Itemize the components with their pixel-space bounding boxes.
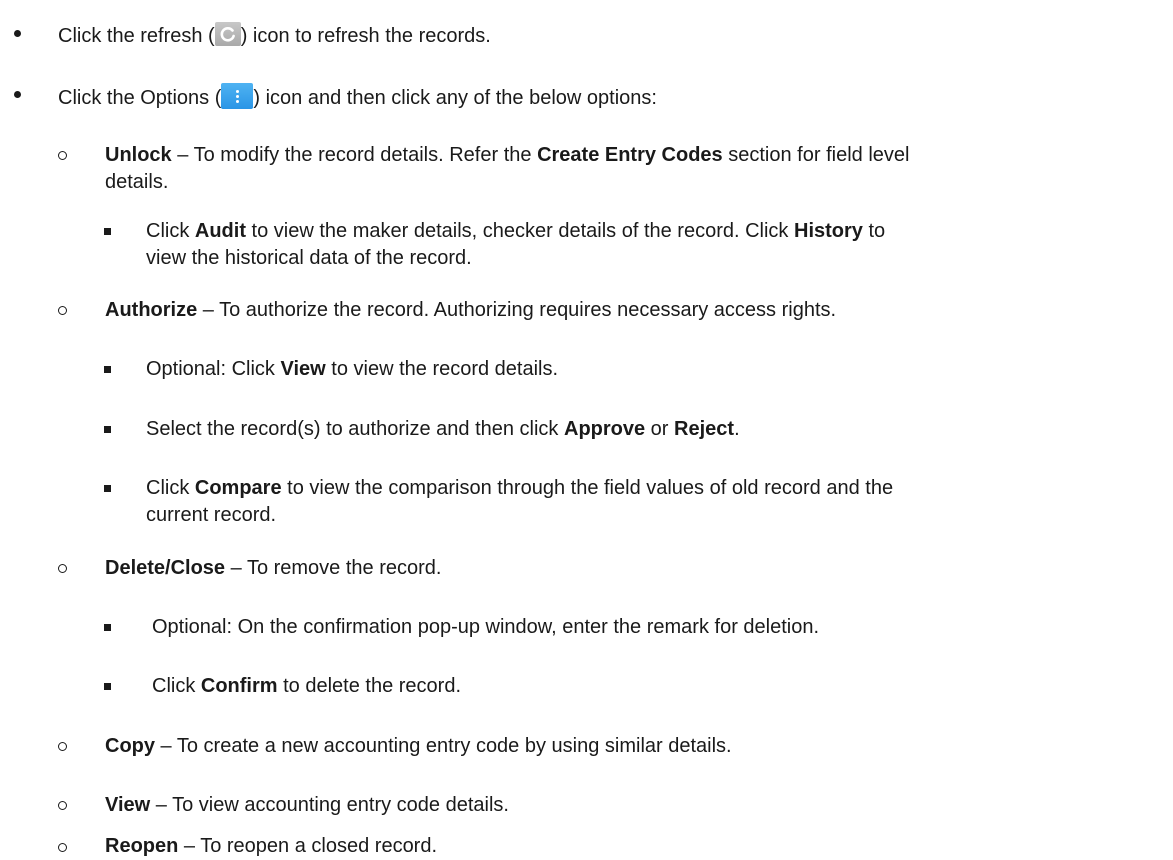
square-bullet bbox=[104, 426, 111, 433]
circle-bullet bbox=[58, 742, 67, 751]
options-instruction: Click the Options () icon and then click… bbox=[58, 83, 657, 110]
authorize-compare-step-line2: current record. bbox=[146, 504, 277, 526]
delete-remark-step: Optional: On the confirmation pop-up win… bbox=[152, 616, 820, 638]
unlock-option-line2: details. bbox=[105, 171, 169, 193]
unlock-option: Unlock – To modify the record details. R… bbox=[105, 144, 910, 166]
circle-bullet bbox=[58, 151, 67, 160]
circle-bullet bbox=[58, 564, 67, 573]
circle-bullet bbox=[58, 843, 67, 852]
refresh-icon[interactable] bbox=[214, 22, 241, 46]
authorize-compare-step: Click Compare to view the comparison thr… bbox=[146, 477, 894, 499]
circle-bullet bbox=[58, 306, 67, 315]
options-icon[interactable] bbox=[221, 83, 254, 109]
square-bullet bbox=[104, 624, 111, 631]
unlock-audit-step-line2: view the historical data of the record. bbox=[146, 247, 472, 269]
delete-confirm-step: Click Confirm to delete the record. bbox=[152, 675, 462, 697]
square-bullet bbox=[104, 228, 111, 235]
copy-option: Copy – To create a new accounting entry … bbox=[105, 735, 732, 757]
refresh-instruction: Click the refresh () icon to refresh the… bbox=[58, 22, 491, 48]
square-bullet bbox=[104, 485, 111, 492]
circle-bullet bbox=[58, 801, 67, 810]
reopen-option: Reopen – To reopen a closed record. bbox=[105, 835, 438, 857]
unlock-audit-step: Click Audit to view the maker details, c… bbox=[146, 220, 886, 242]
authorize-view-step: Optional: Click View to view the record … bbox=[146, 358, 559, 380]
authorize-approve-step: Select the record(s) to authorize and th… bbox=[146, 418, 740, 440]
view-option: View – To view accounting entry code det… bbox=[105, 794, 509, 816]
bullet-dot bbox=[14, 91, 21, 98]
bullet-dot bbox=[14, 30, 21, 37]
square-bullet bbox=[104, 683, 111, 690]
authorize-option: Authorize – To authorize the record. Aut… bbox=[105, 299, 837, 321]
delete-option: Delete/Close – To remove the record. bbox=[105, 557, 442, 579]
square-bullet bbox=[104, 366, 111, 373]
